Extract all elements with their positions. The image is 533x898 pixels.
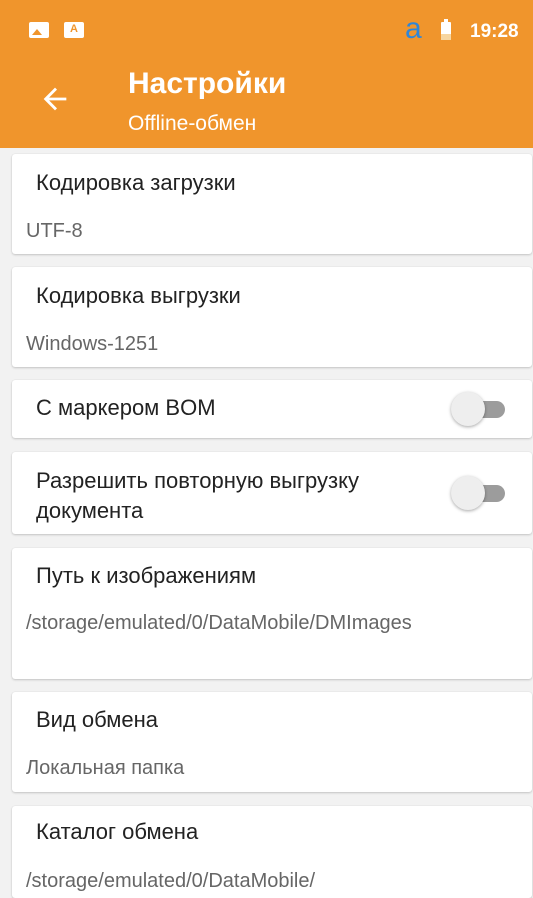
setting-title: Кодировка загрузки xyxy=(36,170,236,195)
setting-exchange-type[interactable]: Вид обмена Локальная папка xyxy=(12,692,532,792)
app-bar: A a 19:28 Настройки Offline-обмен xyxy=(0,0,533,148)
setting-title: Путь к изображениям xyxy=(36,563,257,588)
bom-toggle[interactable] xyxy=(451,392,507,426)
setting-value: Windows-1251 xyxy=(26,333,159,355)
setting-allow-reupload[interactable]: Разрешить повторную выгрузку документа xyxy=(12,452,532,534)
setting-title: Каталог обмена xyxy=(36,819,199,844)
setting-upload-encoding[interactable]: Кодировка загрузки UTF-8 xyxy=(12,154,532,254)
image-icon xyxy=(29,22,49,38)
status-bar: A a 19:28 xyxy=(0,0,533,56)
setting-value: /storage/emulated/0/DataMobile/ xyxy=(26,870,316,892)
page-subtitle: Offline-обмен xyxy=(128,112,257,135)
setting-title: Вид обмена xyxy=(36,707,159,732)
setting-exchange-directory[interactable]: Каталог обмена /storage/emulated/0/DataM… xyxy=(12,806,532,898)
text-icon: A xyxy=(64,22,84,38)
battery-icon xyxy=(441,19,451,40)
a-icon: a xyxy=(405,12,422,45)
setting-value: /storage/emulated/0/DataMobile/DMImages xyxy=(26,612,412,634)
setting-value: Локальная папка xyxy=(26,757,185,779)
toggle-thumb xyxy=(451,392,485,426)
status-time: 19:28 xyxy=(470,21,519,42)
page-title: Настройки xyxy=(128,67,287,100)
setting-images-path[interactable]: Путь к изображениям /storage/emulated/0/… xyxy=(12,548,532,679)
setting-title: С маркером BOM xyxy=(36,395,216,420)
setting-value: UTF-8 xyxy=(26,220,83,242)
arrow-left-icon[interactable] xyxy=(38,82,72,116)
setting-download-encoding[interactable]: Кодировка выгрузки Windows-1251 xyxy=(12,267,532,367)
setting-bom-marker[interactable]: С маркером BOM xyxy=(12,380,532,438)
setting-title: Кодировка выгрузки xyxy=(36,283,241,308)
setting-title: Разрешить повторную выгрузку документа xyxy=(36,468,359,523)
toggle-thumb xyxy=(451,476,485,510)
reupload-toggle[interactable] xyxy=(451,476,507,510)
